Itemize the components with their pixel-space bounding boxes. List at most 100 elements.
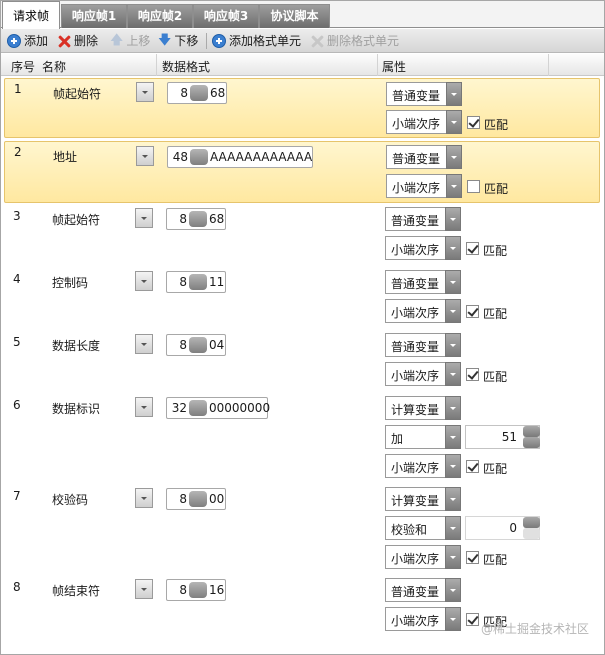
byte-order-select[interactable]: 小端次序 [385, 545, 461, 569]
byte-order-select[interactable]: 小端次序 [385, 236, 461, 260]
move-down-button[interactable]: 🡇 下移 [158, 32, 198, 50]
name-dropdown[interactable] [136, 82, 154, 102]
match-checkbox[interactable] [466, 613, 479, 626]
calc-value-spinner[interactable]: 51 [465, 425, 540, 449]
spin-up-icon[interactable] [523, 426, 540, 437]
variable-type-select[interactable]: 普通变量 [385, 333, 461, 357]
chevron-down-icon[interactable] [445, 362, 461, 386]
byte-order-select[interactable]: 小端次序 [385, 607, 461, 631]
byte-order-select[interactable]: 小端次序 [385, 299, 461, 323]
add-icon [212, 34, 226, 48]
calc-value: 51 [501, 430, 517, 444]
data-format-field[interactable]: 8 00 [166, 488, 226, 510]
add-format-cell-button[interactable]: 添加格式单元 [212, 32, 301, 50]
chevron-down-icon[interactable] [445, 516, 461, 540]
table-row[interactable]: 2 地址 48 AAAAAAAAAAAA 普通变量 小端次序 匹配 [4, 141, 600, 203]
chevron-down-icon[interactable] [445, 207, 461, 231]
match-checkbox[interactable] [466, 368, 479, 381]
name-dropdown[interactable] [135, 271, 153, 291]
name-dropdown[interactable] [135, 488, 153, 508]
variable-type-select[interactable]: 普通变量 [385, 270, 461, 294]
variable-type-select[interactable]: 普通变量 [385, 578, 461, 602]
variable-type-select[interactable]: 普通变量 [386, 82, 462, 106]
data-format-field[interactable]: 8 11 [166, 271, 226, 293]
spin-down-icon[interactable] [523, 437, 540, 448]
delete-button[interactable]: 删除 [58, 32, 98, 50]
table-row[interactable]: 5 数据长度 8 04 普通变量 小端次序 匹配 [0, 332, 605, 392]
calc-value-spinner[interactable]: 0 [465, 516, 540, 540]
name-dropdown[interactable] [136, 146, 154, 166]
match-checkbox[interactable] [466, 551, 479, 564]
data-format-field[interactable]: 8 04 [166, 334, 226, 356]
chevron-down-icon[interactable] [445, 236, 461, 260]
chevron-down-icon[interactable] [445, 425, 461, 449]
format-handle[interactable] [190, 85, 208, 101]
format-handle[interactable] [189, 337, 207, 353]
byte-order-select[interactable]: 小端次序 [385, 454, 461, 478]
variable-type-value: 计算变量 [391, 403, 440, 417]
add-button[interactable]: 添加 [7, 32, 48, 50]
match-checkbox[interactable] [467, 116, 480, 129]
chevron-down-icon[interactable] [446, 110, 462, 134]
watermark: @稀土掘金技术社区 [480, 622, 589, 636]
byte-order-value: 小端次序 [391, 369, 440, 383]
variable-type-select[interactable]: 计算变量 [385, 396, 461, 420]
format-handle[interactable] [189, 211, 207, 227]
chevron-down-icon[interactable] [445, 578, 461, 602]
delete-format-cell-button[interactable]: 删除格式单元 [311, 32, 399, 50]
col-index: 序号 [11, 60, 36, 74]
chevron-down-icon[interactable] [445, 396, 461, 420]
data-format-field[interactable]: 8 68 [166, 208, 226, 230]
chevron-down-icon[interactable] [445, 333, 461, 357]
chevron-down-icon[interactable] [445, 270, 461, 294]
variable-type-select[interactable]: 普通变量 [385, 207, 461, 231]
format-handle[interactable] [190, 149, 208, 165]
table-row[interactable]: 7 校验码 8 00 计算变量 校验和 0 小端次序 匹配 [0, 486, 605, 574]
chevron-down-icon[interactable] [446, 145, 462, 169]
byte-order-select[interactable]: 小端次序 [385, 362, 461, 386]
chevron-down-icon[interactable] [446, 174, 462, 198]
format-handle[interactable] [189, 582, 207, 598]
chevron-down-icon[interactable] [445, 545, 461, 569]
match-label: 匹配 [483, 553, 508, 567]
table-row[interactable]: 1 帧起始符 8 68 普通变量 小端次序 匹配 [4, 78, 600, 138]
tab-protocol-script[interactable]: 协议脚本 [259, 4, 330, 28]
table-row[interactable]: 3 帧起始符 8 68 普通变量 小端次序 匹配 [0, 206, 605, 266]
chevron-down-icon[interactable] [445, 299, 461, 323]
move-up-button[interactable]: 🡅 上移 [110, 32, 150, 50]
chevron-down-icon[interactable] [446, 82, 462, 106]
spin-up-icon[interactable] [523, 517, 540, 528]
match-checkbox[interactable] [467, 180, 480, 193]
table-row[interactable]: 6 数据标识 32 00000000 计算变量 加 51 小端次序 匹配 [0, 395, 605, 483]
data-format-field[interactable]: 48 AAAAAAAAAAAA [167, 146, 313, 168]
data-format-field[interactable]: 8 68 [167, 82, 227, 104]
name-dropdown[interactable] [135, 208, 153, 228]
data-format-field[interactable]: 32 00000000 [166, 397, 270, 419]
format-handle[interactable] [189, 274, 207, 290]
tab-request-frame[interactable]: 请求帧 [2, 1, 60, 29]
format-handle[interactable] [189, 400, 207, 416]
name-dropdown[interactable] [135, 397, 153, 417]
variable-type-select[interactable]: 计算变量 [385, 487, 461, 511]
match-checkbox[interactable] [466, 460, 479, 473]
data-format-field[interactable]: 8 16 [166, 579, 226, 601]
name-dropdown[interactable] [135, 579, 153, 599]
chevron-down-icon[interactable] [445, 454, 461, 478]
match-checkbox[interactable] [466, 242, 479, 255]
tab-response-frame-1[interactable]: 响应帧1 [61, 4, 127, 28]
variable-type-select[interactable]: 普通变量 [386, 145, 462, 169]
chevron-down-icon[interactable] [445, 487, 461, 511]
name-dropdown[interactable] [135, 334, 153, 354]
match-checkbox[interactable] [466, 305, 479, 318]
calc-op-select[interactable]: 加 [385, 425, 461, 449]
byte-order-select[interactable]: 小端次序 [386, 110, 462, 134]
tab-response-frame-3[interactable]: 响应帧3 [193, 4, 259, 28]
byte-order-value: 小端次序 [392, 117, 441, 131]
tab-response-frame-2[interactable]: 响应帧2 [127, 4, 193, 28]
format-handle[interactable] [189, 491, 207, 507]
byte-order-select[interactable]: 小端次序 [386, 174, 462, 198]
spin-down-icon[interactable] [523, 528, 540, 539]
calc-op-select[interactable]: 校验和 [385, 516, 461, 540]
table-row[interactable]: 4 控制码 8 11 普通变量 小端次序 匹配 [0, 269, 605, 329]
chevron-down-icon[interactable] [445, 607, 461, 631]
